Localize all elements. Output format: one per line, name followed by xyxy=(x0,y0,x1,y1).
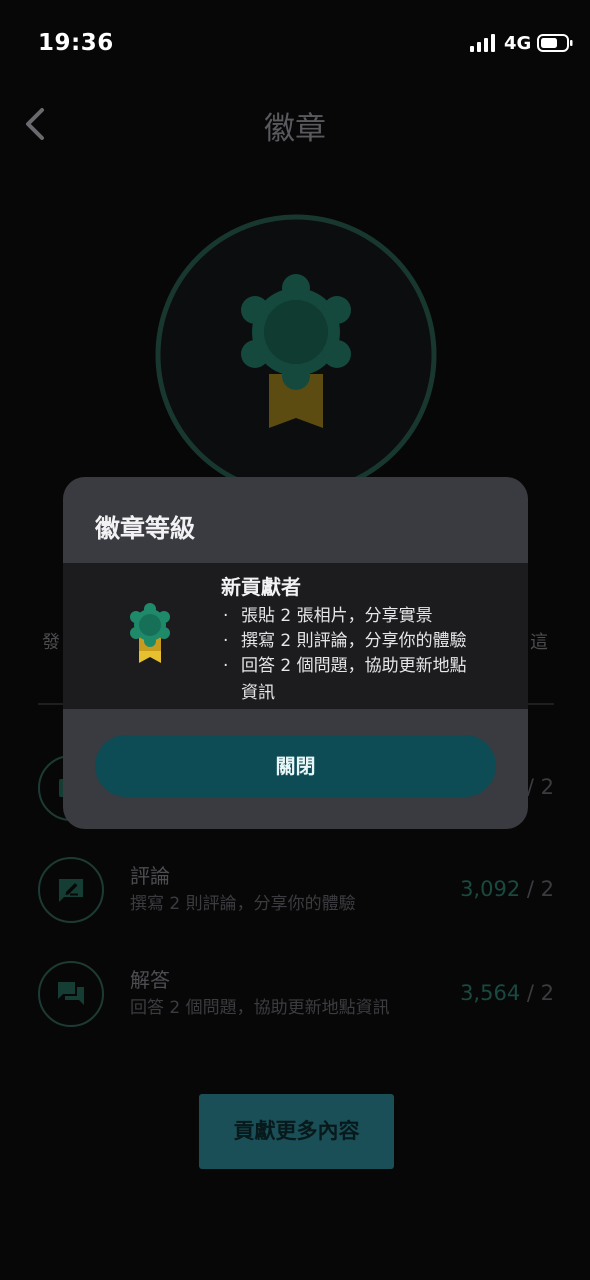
review-pencil-icon xyxy=(59,879,83,902)
badge-level-dialog: 徽章等級 新貢獻者 · 張貼 2 張相片，分享實景 · 撰寫 2 則評論，分享你的體… xyxy=(63,477,528,829)
battery-icon xyxy=(537,34,573,52)
requirement-item: · 撰寫 2 則評論，分享你的體驗 xyxy=(223,631,467,651)
contribute-more-button[interactable]: 貢獻更多內容 xyxy=(199,1094,394,1169)
status-bar: 19:36 4G xyxy=(0,0,590,86)
chat-bubbles-icon xyxy=(58,982,84,1005)
progress-count: 3,564 / 2 xyxy=(460,981,554,1005)
level-name: 新貢獻者 xyxy=(221,575,301,599)
requirement-item: · 回答 2 個問題，協助更新地點 xyxy=(223,656,467,676)
level-info-panel: 新貢獻者 · 張貼 2 張相片，分享實景 · 撰寫 2 則評論，分享你的體驗 · 回答… xyxy=(63,563,528,709)
row-title: 解答 xyxy=(130,968,170,992)
page-title: 徽章 xyxy=(264,111,326,147)
list-item-answers: 解答 回答 2 個問題，協助更新地點資訊 3,564 / 2 xyxy=(38,961,554,1027)
network-type: 4G xyxy=(504,33,532,54)
background-text-fragment-left: 發 xyxy=(42,632,60,653)
status-time: 19:36 xyxy=(38,30,114,56)
progress-count: 3,092 / 2 xyxy=(460,877,554,901)
list-item-reviews: 評論 撰寫 2 則評論，分享你的體驗 3,092 / 2 xyxy=(38,857,554,923)
progress-count: / 2 xyxy=(526,775,554,799)
row-title: 評論 xyxy=(130,864,170,888)
review-task-icon-circle xyxy=(38,857,104,923)
badge-hero-icon xyxy=(155,214,437,496)
requirement-item: · 張貼 2 張相片，分享實景 xyxy=(223,606,433,626)
dialog-title: 徽章等級 xyxy=(95,514,196,543)
row-description: 回答 2 個問題，協助更新地點資訊 xyxy=(130,998,390,1018)
requirement-item-continuation: 資訊 xyxy=(241,683,275,703)
new-contributor-badge-icon xyxy=(130,603,170,663)
signal-icon xyxy=(470,34,495,52)
answer-task-icon-circle xyxy=(38,961,104,1027)
close-button[interactable]: 關閉 xyxy=(95,735,496,797)
row-description: 撰寫 2 則評論，分享你的體驗 xyxy=(130,894,356,914)
background-text-fragment-right: 這 xyxy=(530,632,548,653)
